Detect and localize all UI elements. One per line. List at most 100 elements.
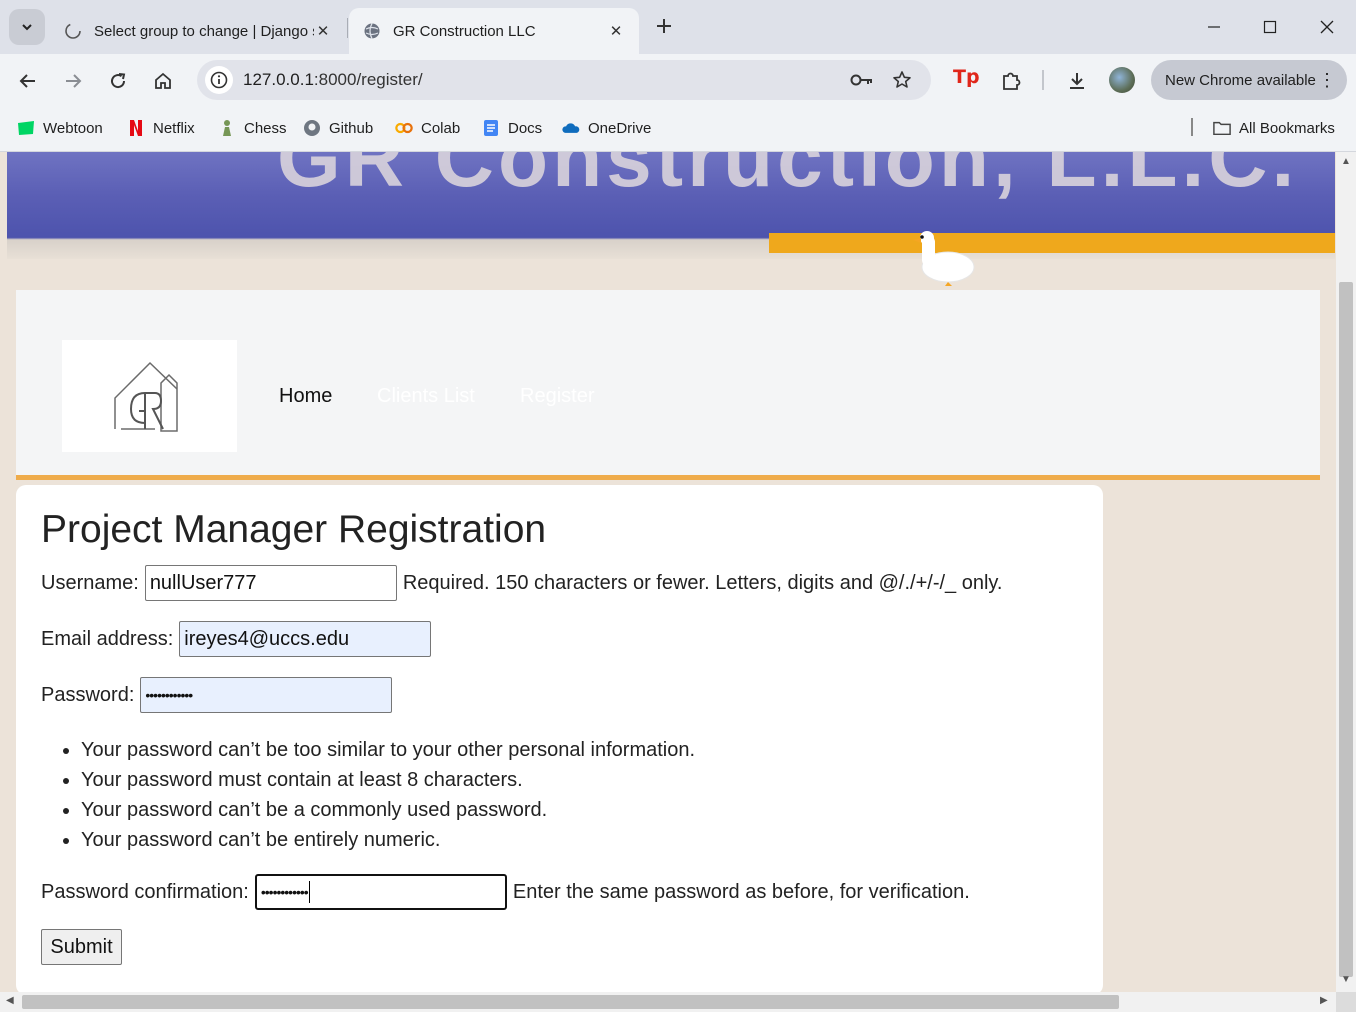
email-input[interactable]: ireyes4@uccs.edu	[179, 621, 432, 657]
scrollbar-corner	[1336, 992, 1356, 1012]
docs-icon	[482, 119, 500, 137]
list-item: Your password must contain at least 8 ch…	[81, 767, 695, 797]
bookmarks-bar: Webtoon Netflix Chess Github Colab Docs …	[0, 108, 1356, 152]
url-text: 127.0.0.1:8000/register/	[243, 70, 423, 89]
company-logo[interactable]	[62, 340, 237, 452]
all-bookmarks-button[interactable]: All Bookmarks	[1213, 117, 1335, 139]
horizontal-scroll-thumb[interactable]	[22, 995, 1119, 1009]
password-requirements-list: Your password can’t be too similar to yo…	[81, 737, 695, 857]
tab-gr-construction[interactable]: GR Construction LLC ✕	[349, 8, 639, 54]
close-icon	[1320, 20, 1334, 34]
email-label: Email address:	[41, 627, 174, 650]
home-icon	[155, 72, 171, 89]
nav-home-link[interactable]: Home	[279, 385, 332, 408]
password-confirm-label: Password confirmation:	[41, 880, 249, 903]
download-icon	[1070, 73, 1084, 89]
tab-django-admin[interactable]: Select group to change | Django site adm…	[50, 8, 346, 54]
text-caret	[308, 881, 310, 903]
site-info-button[interactable]	[205, 66, 233, 94]
bookmark-webtoon[interactable]: Webtoon	[17, 117, 103, 139]
password-confirm-input[interactable]: ••••••••••••	[254, 874, 507, 910]
update-label: New Chrome available	[1165, 71, 1316, 89]
scroll-left-icon[interactable]: ◀	[6, 995, 14, 1006]
password-key-icon[interactable]	[849, 68, 875, 92]
reload-button[interactable]	[103, 66, 133, 96]
horizontal-scrollbar[interactable]: ◀ ▶	[0, 992, 1336, 1012]
close-tab-icon[interactable]: ✕	[607, 22, 625, 40]
bookmark-docs[interactable]: Docs	[482, 117, 542, 139]
puzzle-icon	[1003, 72, 1021, 90]
tp-extension-icon[interactable]: Tp	[953, 66, 980, 88]
scroll-right-icon[interactable]: ▶	[1320, 995, 1328, 1006]
password-confirm-help-text: Enter the same password as before, for v…	[512, 880, 970, 903]
profile-avatar[interactable]	[1109, 67, 1135, 93]
nav-clients-link[interactable]: Clients List	[377, 385, 475, 408]
arrow-right-icon	[66, 74, 82, 88]
globe-icon	[363, 22, 381, 40]
onedrive-icon	[562, 119, 580, 137]
folder-icon	[1213, 119, 1231, 137]
page-viewport: GR Construction, L.L.C. Home Clients Lis…	[0, 152, 1336, 992]
back-button[interactable]	[13, 66, 43, 96]
bookmark-netflix[interactable]: Netflix	[127, 117, 195, 139]
maximize-button[interactable]	[1255, 12, 1285, 42]
bookmark-label: Webtoon	[43, 119, 103, 137]
bookmark-label: Github	[329, 119, 374, 137]
chrome-update-button[interactable]: New Chrome available ⋮	[1151, 60, 1347, 100]
list-item: Your password can’t be entirely numeric.	[81, 827, 695, 857]
bookmark-colab[interactable]: Colab	[395, 117, 460, 139]
minimize-button[interactable]	[1199, 12, 1229, 42]
nav-register-link[interactable]: Register	[520, 385, 594, 408]
tab-strip: Select group to change | Django site adm…	[0, 0, 1356, 54]
bookmark-github[interactable]: Github	[303, 117, 373, 139]
home-button[interactable]	[148, 66, 178, 96]
username-input[interactable]: nullUser777	[144, 565, 397, 601]
vertical-scroll-thumb[interactable]	[1339, 282, 1353, 977]
password-label: Password:	[41, 683, 135, 706]
close-window-button[interactable]	[1312, 12, 1342, 42]
new-tab-button[interactable]	[650, 12, 678, 40]
banner-stripe	[769, 233, 1335, 253]
webtoon-icon	[17, 119, 35, 137]
scroll-up-icon[interactable]: ▲	[1341, 156, 1351, 167]
minimize-icon	[1208, 26, 1220, 28]
submit-button[interactable]: Submit	[41, 929, 122, 965]
forward-button[interactable]	[58, 66, 88, 96]
password-input[interactable]: ••••••••••••	[140, 677, 393, 713]
all-bookmarks-label: All Bookmarks	[1239, 119, 1335, 137]
username-help-text: Required. 150 characters or fewer. Lette…	[402, 571, 1003, 594]
reload-icon	[111, 73, 126, 89]
tab-title: Select group to change | Django site adm…	[94, 22, 314, 40]
header-banner-image: GR Construction, L.L.C.	[7, 152, 1335, 259]
github-icon	[303, 119, 321, 137]
bookmark-chess[interactable]: Chess	[218, 117, 287, 139]
plus-icon	[657, 19, 671, 33]
chevron-down-icon	[22, 24, 32, 31]
loading-icon	[64, 22, 82, 40]
bookmark-onedrive[interactable]: OneDrive	[562, 117, 651, 139]
registration-form: Project Manager Registration Username: n…	[16, 485, 1103, 992]
password-confirm-row: Password confirmation: •••••••••••• Ente…	[41, 874, 970, 910]
bookmark-label: Chess	[244, 119, 287, 137]
banner-logo-image: GR Construction, L.L.C.	[277, 152, 1299, 204]
bookmark-label: Netflix	[153, 119, 195, 137]
bookmark-label: Docs	[508, 119, 543, 137]
bookmarks-separator	[1191, 118, 1193, 136]
vertical-scrollbar[interactable]: ▲ ▼	[1336, 152, 1356, 992]
address-bar[interactable]: 127.0.0.1:8000/register/	[197, 60, 931, 100]
extensions-button[interactable]	[996, 66, 1026, 96]
username-label: Username:	[41, 571, 139, 594]
tab-separator	[347, 18, 348, 38]
browser-toolbar: 127.0.0.1:8000/register/ New Chrome avai…	[0, 54, 1356, 108]
tab-search-button[interactable]	[9, 9, 45, 45]
toolbar-separator	[1042, 70, 1044, 90]
bookmark-star-icon[interactable]	[889, 67, 915, 93]
close-tab-icon[interactable]: ✕	[314, 22, 332, 40]
list-item: Your password can’t be too similar to yo…	[81, 737, 695, 767]
username-row: Username: nullUser777 Required. 150 char…	[41, 565, 1003, 601]
scroll-down-icon[interactable]: ▼	[1341, 974, 1351, 985]
downloads-button[interactable]	[1062, 66, 1092, 96]
colab-icon	[395, 119, 413, 137]
email-row: Email address: ireyes4@uccs.edu	[41, 621, 432, 657]
password-confirm-value: ••••••••••••	[260, 884, 309, 900]
